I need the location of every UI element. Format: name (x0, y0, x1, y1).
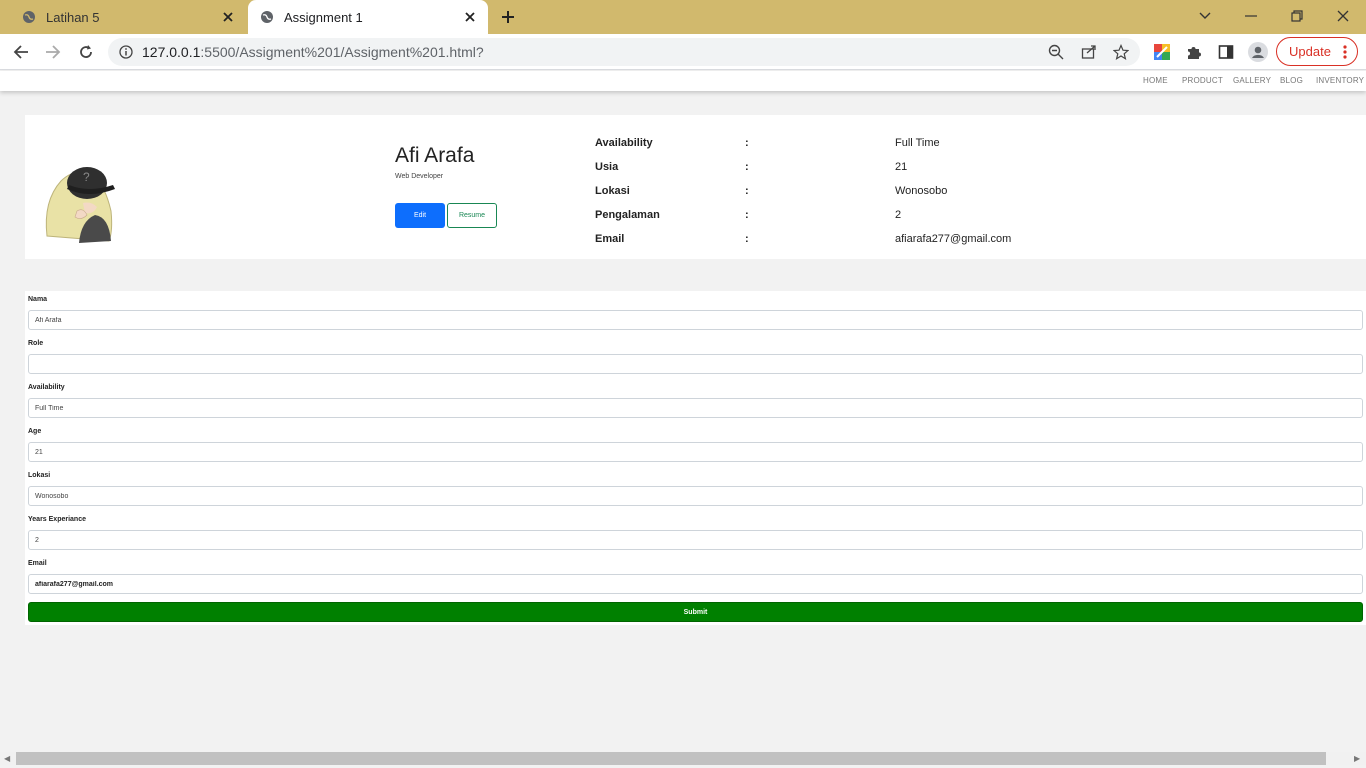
zoom-out-icon[interactable] (1048, 44, 1064, 65)
browser-toolbar: 127.0.0.1:5500/Assigment%201/Assigment%2… (0, 34, 1366, 70)
reload-icon[interactable] (75, 41, 97, 63)
profile-role: Web Developer (395, 173, 444, 180)
detail-separator: : (745, 209, 749, 221)
detail-label: Email (595, 233, 625, 245)
side-panel-icon[interactable] (1215, 41, 1237, 63)
availability-label: Availability (28, 384, 65, 391)
avatar: ? (39, 141, 129, 247)
detail-value: 2 (895, 209, 902, 221)
minimize-icon[interactable] (1239, 6, 1263, 26)
detail-label: Pengalaman (595, 209, 660, 221)
profile-icon[interactable] (1247, 41, 1269, 63)
scroll-right-icon[interactable]: ▶ (1354, 754, 1360, 763)
lokasi-label: Lokasi (28, 472, 51, 479)
lokasi-input[interactable] (28, 486, 1363, 506)
scrollbar-thumb[interactable] (16, 752, 1326, 765)
url-text: 127.0.0.1:5500/Assigment%201/Assigment%2… (142, 44, 484, 60)
tab-title: Assignment 1 (284, 9, 363, 25)
detail-label: Availability (595, 137, 653, 149)
tab-assignment-1[interactable]: Assignment 1 (248, 0, 488, 34)
detail-separator: : (745, 137, 749, 149)
profile-name: Afi Arafa (395, 144, 475, 167)
scroll-left-icon[interactable]: ◀ (4, 754, 10, 763)
close-icon[interactable] (220, 9, 236, 25)
nav-home[interactable]: HOME (1143, 76, 1168, 85)
nav-product[interactable]: PRODUCT (1182, 76, 1223, 85)
update-label: Update (1289, 44, 1331, 59)
detail-value: afiarafa277@gmail.com (895, 233, 1012, 245)
restore-icon[interactable] (1285, 6, 1309, 26)
years-experience-input[interactable] (28, 530, 1363, 550)
age-input[interactable] (28, 442, 1363, 462)
detail-value: Full Time (895, 137, 940, 149)
horizontal-scrollbar[interactable]: ◀ ▶ (0, 752, 1366, 765)
detail-separator: : (745, 161, 749, 173)
detail-label: Usia (595, 161, 619, 173)
role-label: Role (28, 340, 44, 347)
extension-colorful-icon[interactable] (1151, 41, 1173, 63)
detail-label: Lokasi (595, 185, 630, 197)
plus-icon[interactable] (498, 7, 518, 27)
edit-button[interactable]: Edit (395, 203, 445, 228)
detail-row-pengalaman: Pengalaman : 2 (595, 209, 1295, 229)
url-host: 127.0.0.1 (142, 44, 201, 60)
nama-input[interactable] (28, 310, 1363, 330)
nav-gallery[interactable]: GALLERY (1233, 76, 1271, 85)
site-nav: HOME PRODUCT GALLERY BLOG INVENTORY (0, 71, 1366, 91)
detail-row-availability: Availability : Full Time (595, 137, 1295, 157)
close-icon[interactable] (462, 9, 478, 25)
age-label: Age (28, 428, 42, 435)
star-icon[interactable] (1112, 43, 1130, 65)
detail-separator: : (745, 233, 749, 245)
back-arrow-icon[interactable] (10, 41, 32, 63)
detail-row-lokasi: Lokasi : Wonosobo (595, 185, 1295, 205)
tab-title: Latihan 5 (46, 9, 100, 25)
availability-input[interactable] (28, 398, 1363, 418)
more-vert-icon[interactable] (1343, 44, 1347, 63)
forward-arrow-icon[interactable] (42, 41, 64, 63)
close-window-icon[interactable] (1331, 6, 1355, 26)
nama-label: Nama (28, 296, 48, 303)
submit-button[interactable]: Submit (28, 602, 1363, 622)
resume-button[interactable]: Resume (447, 203, 497, 228)
profile-form: Nama Role Availability Age Lokasi Years … (25, 291, 1366, 625)
puzzle-icon[interactable] (1183, 41, 1205, 63)
detail-value: Wonosobo (895, 185, 948, 197)
nav-inventory[interactable]: INVENTORY (1316, 76, 1364, 85)
share-icon[interactable] (1081, 44, 1097, 65)
detail-row-usia: Usia : 21 (595, 161, 1295, 181)
nav-blog[interactable]: BLOG (1280, 76, 1303, 85)
email-label: Email (28, 560, 47, 567)
profile-card: ? Afi Arafa Web Developer Edit Resume Av… (25, 115, 1366, 259)
globe-icon (22, 10, 36, 24)
info-icon[interactable] (119, 45, 133, 64)
detail-separator: : (745, 185, 749, 197)
email-input[interactable] (28, 574, 1363, 594)
detail-row-email: Email : afiarafa277@gmail.com (595, 233, 1295, 253)
role-input[interactable] (28, 354, 1363, 374)
address-bar[interactable]: 127.0.0.1:5500/Assigment%201/Assigment%2… (108, 38, 1140, 66)
url-path: :5500/Assigment%201/Assigment%201.html? (200, 44, 484, 60)
tab-latihan-5[interactable]: Latihan 5 (12, 0, 246, 34)
years-experience-label: Years Experiance (28, 516, 86, 523)
update-button[interactable]: Update (1276, 37, 1358, 66)
detail-value: 21 (895, 161, 908, 173)
globe-icon (260, 10, 274, 24)
svg-text:?: ? (83, 170, 90, 184)
chevron-down-icon[interactable] (1193, 6, 1217, 26)
browser-tab-strip: Latihan 5 Assignment 1 (0, 0, 1366, 34)
